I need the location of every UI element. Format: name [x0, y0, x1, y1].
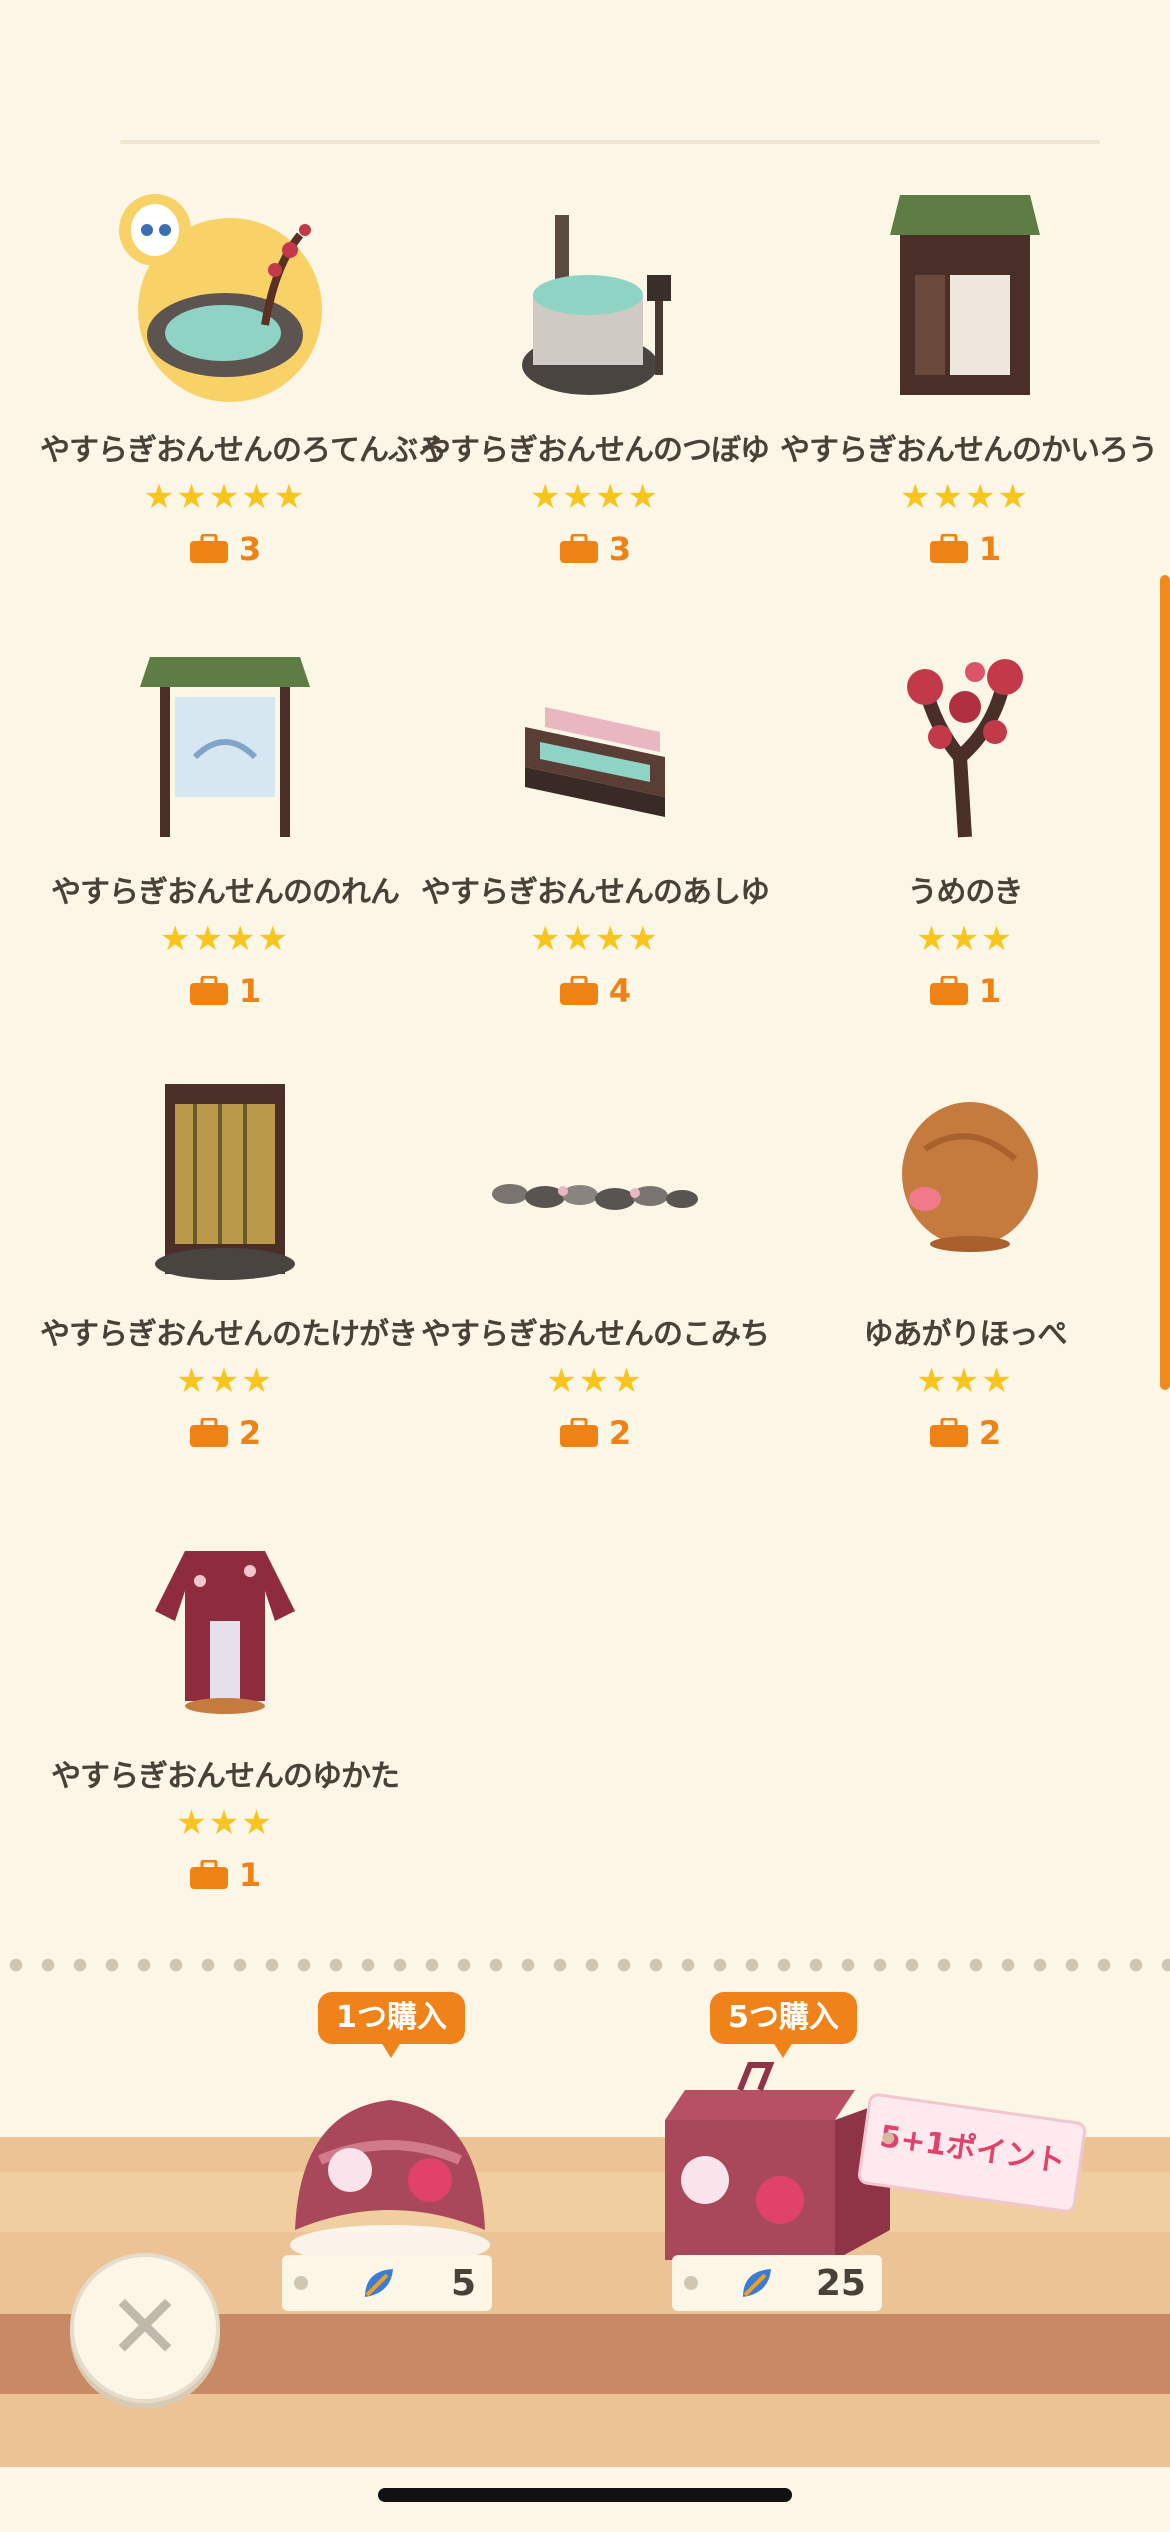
rating-stars: ★★★	[546, 1361, 644, 1401]
owned-count: 1	[978, 530, 1002, 568]
bag-icon	[559, 534, 599, 564]
item-card[interactable]: ゆあがりほっぺ ★★★ 2	[780, 1059, 1150, 1499]
buy-one-price: 5	[282, 2255, 492, 2311]
buy-one-button[interactable]	[280, 2070, 500, 2270]
bag-icon	[929, 1418, 969, 1448]
stock-count: 1	[40, 1856, 410, 1894]
tag-hole	[684, 2276, 698, 2290]
bag-icon	[929, 976, 969, 1006]
leaf-ticket-icon	[365, 2269, 394, 2297]
item-card[interactable]: やすらぎおんせんのかいろう ★★★★ 1	[780, 175, 1158, 615]
scrollbar[interactable]	[1160, 575, 1170, 1390]
rating-stars: ★★★	[176, 1803, 274, 1843]
corridor-icon	[855, 175, 1075, 415]
owned-count: 2	[238, 1414, 262, 1452]
home-indicator[interactable]	[378, 2488, 792, 2502]
stock-count: 4	[410, 972, 780, 1010]
bag-icon	[189, 1860, 229, 1890]
item-card[interactable]: やすらぎおんせんのあしゆ ★★★★ 4	[410, 617, 780, 1057]
bamboo-fence-icon	[115, 1059, 335, 1299]
rating-stars: ★★★★	[530, 477, 660, 517]
item-name: やすらぎおんせんのたけがき	[40, 1317, 418, 1352]
owned-count: 1	[238, 1856, 262, 1894]
rating-stars: ★★★★★	[143, 477, 307, 517]
close-icon: ✕	[107, 2275, 183, 2380]
plum-tree-icon	[855, 617, 1075, 857]
bag-icon	[189, 1418, 229, 1448]
yukata-icon	[115, 1501, 335, 1741]
owned-count: 2	[608, 1414, 632, 1452]
bag-icon	[929, 534, 969, 564]
dotted-divider	[0, 1958, 1170, 1972]
open-air-bath-icon	[115, 175, 335, 415]
owned-count: 3	[608, 530, 632, 568]
rating-stars: ★★★★	[900, 477, 1030, 517]
stock-count: 2	[40, 1414, 410, 1452]
owned-count: 4	[608, 972, 632, 1010]
buy-one-label: 1つ購入	[318, 1992, 465, 2058]
flushed-cheeks-icon	[855, 1059, 1075, 1299]
item-name: やすらぎおんせんのつぼゆ	[421, 433, 770, 468]
item-name: うめのき	[907, 875, 1023, 910]
stock-count: 3	[410, 530, 780, 568]
item-name: ゆあがりほっぺ	[863, 1317, 1068, 1352]
price-value: 25	[815, 2262, 866, 2304]
fortune-cookie-icon	[290, 2100, 490, 2265]
rating-stars: ★★★★	[530, 919, 660, 959]
rating-stars: ★★★	[176, 1361, 274, 1401]
bag-icon	[189, 534, 229, 564]
item-card[interactable]: やすらぎおんせんののれん ★★★★ 1	[40, 617, 410, 1057]
tag-hole	[294, 2276, 308, 2290]
pot-bath-icon	[485, 175, 705, 415]
stock-count: 1	[40, 972, 410, 1010]
owned-count: 2	[978, 1414, 1002, 1452]
owned-count: 1	[238, 972, 262, 1010]
bag-icon	[189, 976, 229, 1006]
bag-icon	[559, 1418, 599, 1448]
rating-stars: ★★★	[916, 919, 1014, 959]
stock-count: 1	[780, 530, 1150, 568]
price-value: 5	[450, 2262, 476, 2304]
stone-path-icon	[485, 1059, 705, 1299]
item-name: やすらぎおんせんのこみち	[421, 1317, 770, 1352]
item-name: やすらぎおんせんのあしゆ	[421, 875, 770, 910]
item-name: やすらぎおんせんののれん	[51, 875, 400, 910]
bag-icon	[559, 976, 599, 1006]
item-name: やすらぎおんせんのゆかた	[51, 1759, 400, 1794]
purchase-area	[0, 1972, 1170, 2532]
item-card[interactable]: やすらぎおんせんのたけがき ★★★ 2	[40, 1059, 418, 1499]
close-button[interactable]: ✕	[70, 2253, 220, 2403]
leaf-ticket-icon	[742, 2269, 771, 2297]
item-card[interactable]: やすらぎおんせんのつぼゆ ★★★★ 3	[410, 175, 780, 615]
item-card[interactable]: やすらぎおんせんのろてんぶろ ★★★★★ 3	[40, 175, 447, 615]
stock-count: 2	[780, 1414, 1150, 1452]
owned-count: 3	[238, 530, 262, 568]
stock-count: 2	[410, 1414, 780, 1452]
owned-count: 1	[978, 972, 1002, 1010]
buy-five-label: 5つ購入	[710, 1992, 857, 2058]
foot-bath-icon	[485, 617, 705, 857]
stock-count: 1	[780, 972, 1150, 1010]
noren-curtain-icon	[115, 617, 335, 857]
rating-stars: ★★★	[916, 1361, 1014, 1401]
buy-five-price: 25	[672, 2255, 882, 2311]
item-name: やすらぎおんせんのかいろう	[780, 433, 1158, 468]
stock-count: 3	[40, 530, 410, 568]
item-card[interactable]: うめのき ★★★ 1	[780, 617, 1150, 1057]
bonus-point-text: 5+1ポイント	[877, 2119, 1068, 2180]
rating-stars: ★★★★	[160, 919, 290, 959]
item-card[interactable]: やすらぎおんせんのゆかた ★★★ 1	[40, 1501, 410, 1941]
item-name: やすらぎおんせんのろてんぶろ	[40, 433, 447, 468]
item-card[interactable]: やすらぎおんせんのこみち ★★★ 2	[410, 1059, 780, 1499]
top-divider	[120, 140, 1100, 144]
